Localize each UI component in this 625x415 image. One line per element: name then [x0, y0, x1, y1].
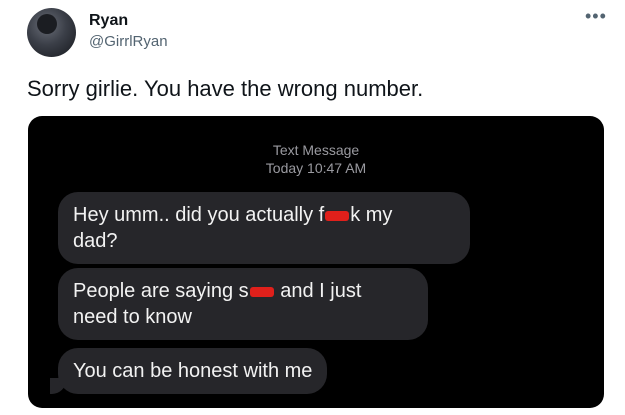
- message-text-part: People are saying s: [73, 280, 249, 302]
- author-handle[interactable]: @GirrlRyan: [89, 33, 168, 50]
- message-bubble: People are saying s and I just need to k…: [58, 268, 428, 340]
- tweet-media-image[interactable]: Text Message Today 10:47 AM Hey umm.. di…: [28, 116, 604, 408]
- redaction-mark: [249, 286, 274, 297]
- tweet-text: Sorry girlie. You have the wrong number.: [27, 76, 424, 101]
- message-text-part: Hey umm.. did you actually f: [73, 204, 325, 226]
- more-options-icon[interactable]: •••: [585, 6, 607, 27]
- message-text-part: k my: [350, 204, 393, 226]
- message-text: You can be honest with me: [73, 360, 313, 382]
- message-text-part: and I just: [274, 280, 362, 302]
- message-bubble: You can be honest with me: [58, 348, 328, 394]
- message-header-label: Text Message: [272, 142, 360, 158]
- message-bubble: Hey umm.. did you actually f k my dad?: [58, 192, 470, 264]
- redaction-mark: [325, 210, 350, 221]
- message-text-part: dad?: [73, 230, 118, 252]
- message-text-part: need to know: [73, 306, 192, 328]
- author-name[interactable]: Ryan: [89, 12, 128, 30]
- avatar[interactable]: [27, 8, 76, 57]
- message-timestamp: Today 10:47 AM: [265, 160, 367, 176]
